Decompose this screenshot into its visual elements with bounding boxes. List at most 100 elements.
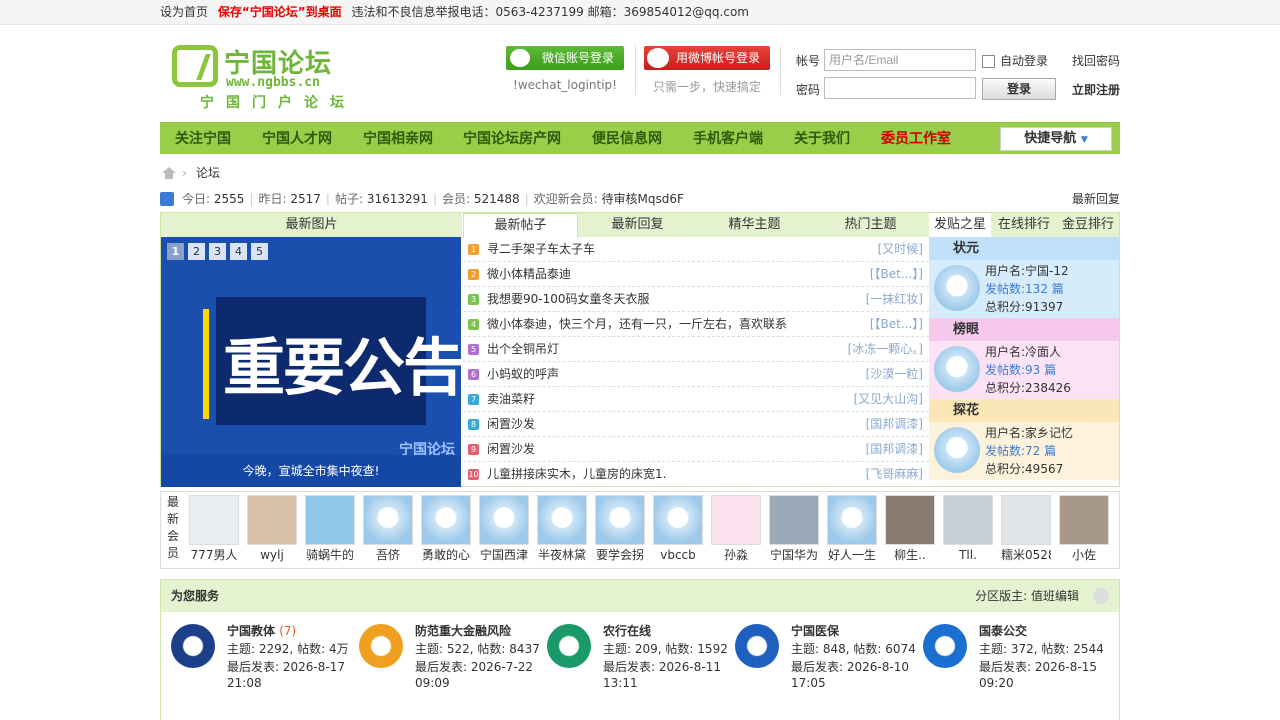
post-title-link[interactable]: 寻二手架子车太子车 — [487, 237, 595, 262]
password-input[interactable] — [824, 77, 976, 99]
member-item[interactable]: 777男人 — [189, 495, 239, 565]
nav-item-studio[interactable]: 委员工作室 — [881, 123, 951, 155]
list-item[interactable]: 5 出个全铜吊灯 [冰冻一颗心。] — [463, 337, 929, 362]
member-item[interactable]: 宁国华为 — [769, 495, 819, 565]
post-author-link[interactable]: [又见大山沟] — [854, 387, 923, 412]
tab-post-stars[interactable]: 发贴之星 — [929, 213, 991, 237]
member-item[interactable]: vbccb — [653, 495, 703, 565]
slide-page-3[interactable]: 3 — [209, 243, 226, 260]
avatar[interactable] — [934, 427, 980, 473]
member-item[interactable]: 要学会拐 — [595, 495, 645, 565]
forum-name-link[interactable]: 宁国教体 (7) — [227, 622, 296, 639]
tab-online-rank[interactable]: 在线排行 — [993, 213, 1055, 237]
quick-nav-dropdown[interactable]: 快捷导航 ▼ — [1000, 127, 1112, 151]
post-title-link[interactable]: 我想要90-100码女童冬天衣服 — [487, 287, 650, 312]
post-author-link[interactable]: [国邦调漆] — [866, 412, 923, 437]
member-item[interactable]: 孙淼 — [711, 495, 761, 565]
weibo-login-button[interactable]: 用微博帐号登录 — [644, 46, 770, 70]
post-author-link[interactable]: [【Bet...】] — [870, 312, 923, 337]
login-button[interactable]: 登录 — [982, 78, 1056, 100]
nav-item-realestate[interactable]: 宁国论坛房产网 — [463, 123, 561, 155]
tab-featured[interactable]: 精华主题 — [697, 213, 812, 237]
post-title-link[interactable]: 小蚂蚁的呼声 — [487, 362, 559, 387]
list-item[interactable]: 3 我想要90-100码女童冬天衣服 [一抹红妆] — [463, 287, 929, 312]
member-item[interactable]: wylj — [247, 495, 297, 565]
save-to-desktop-link[interactable]: 保存“宁国论坛”到桌面 — [218, 5, 342, 19]
nav-item-jobs[interactable]: 宁国人才网 — [262, 123, 332, 155]
forum-last-date[interactable]: 2026-7-22 — [471, 660, 533, 674]
list-item[interactable]: 7 卖油菜籽 [又见大山沟] — [463, 387, 929, 412]
post-title-link[interactable]: 儿童拼接床实木，儿童房的床宽1. — [487, 462, 666, 487]
forgot-password-link[interactable]: 找回密码 — [1072, 52, 1120, 69]
wechat-login-button[interactable]: 微信账号登录 — [506, 46, 624, 70]
member-item[interactable]: 宁国西津 — [479, 495, 529, 565]
star-username-link[interactable]: 家乡记忆 — [1025, 426, 1073, 440]
forum-name-link[interactable]: 国泰公交 — [979, 622, 1027, 639]
forum-name-link[interactable]: 农行在线 — [603, 622, 651, 639]
post-author-link[interactable]: [国邦调漆] — [866, 437, 923, 462]
forum-icon[interactable] — [359, 624, 403, 668]
forum-icon[interactable] — [171, 624, 215, 668]
forum-icon[interactable] — [547, 624, 591, 668]
member-item[interactable]: 好人一生 — [827, 495, 877, 565]
breadcrumb-forum[interactable]: 论坛 — [196, 160, 220, 186]
member-item[interactable]: 半夜林黛 — [537, 495, 587, 565]
latest-reply-link[interactable]: 最新回复 — [1072, 186, 1120, 212]
list-item[interactable]: 1 寻二手架子车太子车 [又时候] — [463, 237, 929, 262]
star-username-link[interactable]: 冷面人 — [1025, 345, 1061, 359]
member-item[interactable]: 糯米0528 — [1001, 495, 1051, 565]
slide-page-1[interactable]: 1 — [167, 243, 184, 260]
auto-login-checkbox[interactable] — [982, 55, 995, 68]
newest-member-link[interactable]: 待审核Mqsd6F — [602, 192, 684, 206]
post-author-link[interactable]: [一抹红妆] — [866, 287, 923, 312]
site-logo[interactable]: 宁国论坛 www.ngbbs.cn 宁国门户论坛 — [172, 43, 352, 111]
forum-last-date[interactable]: 2026-8-10 — [847, 660, 909, 674]
forum-name-link[interactable]: 宁国医保 — [791, 622, 839, 639]
tab-hot[interactable]: 热门主题 — [813, 213, 928, 237]
tab-latest-replies[interactable]: 最新回复 — [580, 213, 695, 237]
moderator-link[interactable]: 值班编辑 — [1031, 589, 1079, 603]
post-title-link[interactable]: 卖油菜籽 — [487, 387, 535, 412]
nav-item-info[interactable]: 便民信息网 — [592, 123, 662, 155]
slide-caption[interactable]: 今晚，宣城全市集中夜查! — [161, 455, 461, 487]
slide-page-4[interactable]: 4 — [230, 243, 247, 260]
post-title-link[interactable]: 微小体泰迪，快三个月，还有一只，一斤左右，喜欢联系 — [487, 312, 787, 337]
list-item[interactable]: 8 闲置沙发 [国邦调漆] — [463, 412, 929, 437]
member-item[interactable]: 吾侪 — [363, 495, 413, 565]
avatar[interactable] — [934, 265, 980, 311]
nav-item-follow[interactable]: 关注宁国 — [175, 123, 231, 155]
slide-page-2[interactable]: 2 — [188, 243, 205, 260]
forum-last-date[interactable]: 2026-8-15 — [1035, 660, 1097, 674]
post-title-link[interactable]: 闲置沙发 — [487, 412, 535, 437]
list-item[interactable]: 4 微小体泰迪，快三个月，还有一只，一斤左右，喜欢联系 [【Bet...】] — [463, 312, 929, 337]
picture-slider[interactable]: 1 2 3 4 5 重要公告 宁国论坛 今晚，宣城全市集中夜查! — [161, 237, 461, 487]
member-item[interactable]: Tll. — [943, 495, 993, 565]
forum-last-date[interactable]: 2026-8-11 — [659, 660, 721, 674]
collapse-icon[interactable] — [1093, 588, 1109, 604]
post-title-link[interactable]: 出个全铜吊灯 — [487, 337, 559, 362]
list-item[interactable]: 9 闲置沙发 [国邦调漆] — [463, 437, 929, 462]
post-author-link[interactable]: [冰冻一颗心。] — [848, 337, 923, 362]
tab-latest-posts[interactable]: 最新帖子 — [463, 213, 578, 238]
post-author-link[interactable]: [又时候] — [878, 237, 923, 262]
member-item[interactable]: 勇敢的心 — [421, 495, 471, 565]
post-author-link[interactable]: [飞哥麻麻] — [866, 462, 923, 487]
member-item[interactable]: 小佐 — [1059, 495, 1109, 565]
post-title-link[interactable]: 闲置沙发 — [487, 437, 535, 462]
nav-item-dating[interactable]: 宁国相亲网 — [363, 123, 433, 155]
account-input[interactable] — [824, 49, 976, 71]
post-author-link[interactable]: [沙漠一粒] — [866, 362, 923, 387]
nav-item-about[interactable]: 关于我们 — [794, 123, 850, 155]
forum-icon[interactable] — [735, 624, 779, 668]
list-item[interactable]: 10 儿童拼接床实木，儿童房的床宽1. [飞哥麻麻] — [463, 462, 929, 487]
nav-item-mobile[interactable]: 手机客户端 — [693, 123, 763, 155]
slide-page-5[interactable]: 5 — [251, 243, 268, 260]
star-username-link[interactable]: 宁国-12 — [1025, 264, 1069, 278]
tab-bean-rank[interactable]: 金豆排行 — [1057, 213, 1119, 237]
list-item[interactable]: 6 小蚂蚁的呼声 [沙漠一粒] — [463, 362, 929, 387]
member-item[interactable]: 柳生.. — [885, 495, 935, 565]
post-author-link[interactable]: [【Bet...】] — [870, 262, 923, 287]
forum-name-link[interactable]: 防范重大金融风险 — [415, 622, 511, 639]
set-homepage-link[interactable]: 设为首页 — [160, 5, 208, 19]
avatar[interactable] — [934, 346, 980, 392]
